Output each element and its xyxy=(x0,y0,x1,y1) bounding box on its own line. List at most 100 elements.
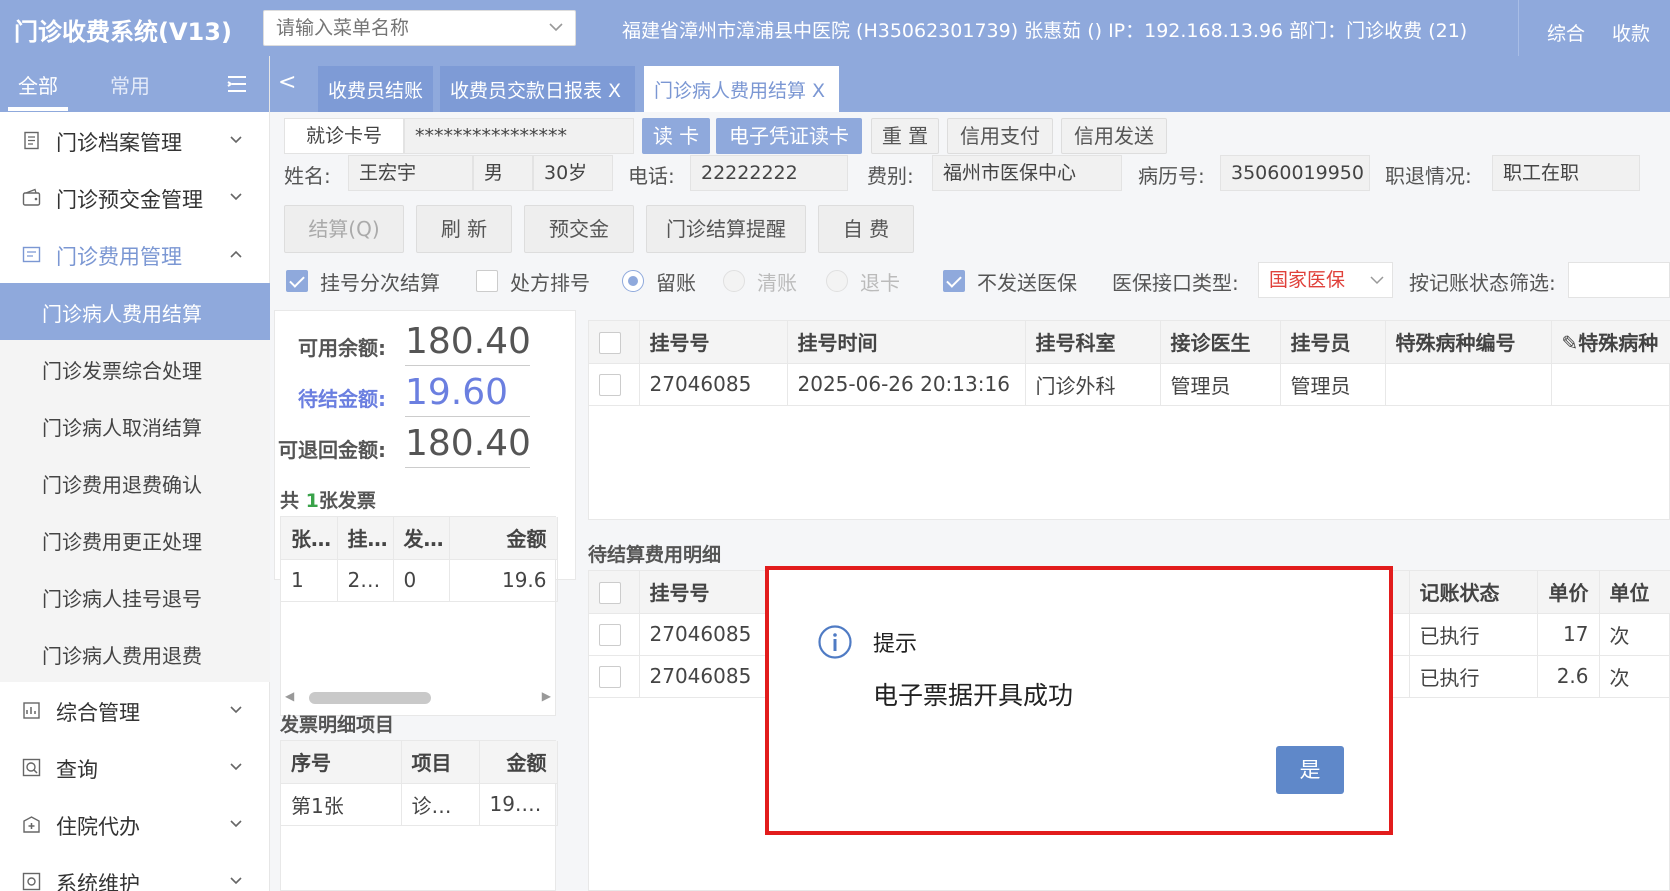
select-all-cell[interactable] xyxy=(589,321,640,364)
chevron-down-icon xyxy=(230,136,242,144)
sidebar-sub-fee-refund[interactable]: 门诊病人费用退费 xyxy=(0,625,270,682)
record-no-label: 病历号: xyxy=(1138,164,1205,188)
sidebar-sub-invoice-processing[interactable]: 门诊发票综合处理 xyxy=(0,340,270,397)
sidebar-item-query[interactable]: 查询 xyxy=(0,739,270,796)
rx-sort-checkbox[interactable] xyxy=(476,270,498,292)
scroll-right-icon[interactable]: ▶ xyxy=(542,689,551,703)
refresh-button[interactable]: 刷 新 xyxy=(416,205,512,253)
close-icon[interactable]: X xyxy=(812,80,825,102)
tab-cashier-checkout[interactable]: 收费员结账 xyxy=(318,66,433,112)
dialog-title: 提示 xyxy=(873,632,918,657)
sidebar-sub-cancel-settlement[interactable]: 门诊病人取消结算 xyxy=(0,397,270,454)
col-header[interactable]: 挂号号 xyxy=(337,517,394,560)
sidebar-item-label: 门诊档案管理 xyxy=(56,131,182,155)
cell: 第1张 xyxy=(281,783,402,826)
reset-button[interactable]: 重 置 xyxy=(871,118,939,154)
table-row[interactable]: 27046085 2025-06-26 20:13:16 门诊外科 管理员 管理… xyxy=(589,363,1670,406)
chevron-down-icon xyxy=(230,193,242,201)
return-card-radio[interactable] xyxy=(826,270,848,292)
menu-search-input[interactable] xyxy=(264,11,534,45)
row-checkbox[interactable] xyxy=(599,624,621,647)
billing-icon xyxy=(22,246,41,263)
settle-button[interactable]: 结算(Q) xyxy=(284,205,404,253)
col-header[interactable]: 单位 xyxy=(1599,571,1670,614)
dialog-ok-button[interactable]: 是 xyxy=(1276,746,1344,794)
row-checkbox[interactable] xyxy=(599,666,621,689)
sidebar-tab-common[interactable]: 常用 xyxy=(110,70,150,99)
interface-type-select[interactable]: 国家医保 xyxy=(1258,262,1393,298)
chevron-down-icon[interactable] xyxy=(547,18,565,36)
col-header[interactable]: 挂号时间 xyxy=(787,321,1026,364)
sidebar-sub-fee-settlement[interactable]: 门诊病人费用结算 xyxy=(0,283,270,340)
col-header[interactable]: 金额 xyxy=(479,741,558,784)
row-select-cell[interactable] xyxy=(589,613,640,656)
col-header[interactable]: 挂号号 xyxy=(639,321,788,364)
sidebar-sub-fee-correction[interactable]: 门诊费用更正处理 xyxy=(0,511,270,568)
invoice-table-panel: 张数 挂号号 发票号 金额 1 27046085 0 19.6 ◀ ▶ xyxy=(280,516,558,716)
col-header[interactable]: 接诊医生 xyxy=(1160,321,1281,364)
close-icon[interactable]: X xyxy=(608,80,621,102)
interface-type-label: 医保接口类型: xyxy=(1112,271,1239,295)
status-filter-input[interactable] xyxy=(1568,262,1670,298)
select-all-checkbox[interactable] xyxy=(599,582,621,604)
settlement-reminder-button[interactable]: 门诊结算提醒 xyxy=(646,205,806,253)
sidebar-item-comprehensive[interactable]: 综合管理 xyxy=(0,682,270,739)
col-header[interactable]: 挂号科室 xyxy=(1025,321,1161,364)
read-card-button[interactable]: 读 卡 xyxy=(642,118,710,154)
cell: 管理员 xyxy=(1160,363,1281,406)
row-select-cell[interactable] xyxy=(589,363,640,406)
scroll-left-icon[interactable]: ◀ xyxy=(285,689,294,703)
phone-label: 电话: xyxy=(628,164,675,188)
clear-account-radio[interactable] xyxy=(723,270,745,292)
select-all-checkbox[interactable] xyxy=(599,332,621,354)
sidebar-item-system-maintenance[interactable]: 系统维护 xyxy=(0,853,270,891)
col-header[interactable]: 金额 xyxy=(449,517,558,560)
sidebar-item-inpatient-agent[interactable]: 住院代办 xyxy=(0,796,270,853)
col-header[interactable]: 项目 xyxy=(401,741,480,784)
col-header[interactable]: 单价 xyxy=(1537,571,1600,614)
select-all-cell[interactable] xyxy=(589,571,640,614)
sidebar-tab-all[interactable]: 全部 xyxy=(8,70,68,111)
col-header[interactable]: 记账状态 xyxy=(1409,571,1538,614)
scroll-thumb[interactable] xyxy=(309,692,431,704)
col-header[interactable]: 张数 xyxy=(281,517,338,560)
horizontal-scrollbar[interactable]: ◀ ▶ xyxy=(285,689,551,705)
credit-send-button[interactable]: 信用发送 xyxy=(1061,118,1167,154)
sidebar-item-prepayment[interactable]: 门诊预交金管理 xyxy=(0,169,270,226)
app-title: 门诊收费系统(V13) xyxy=(14,18,232,46)
sidebar-sub-refund-confirm[interactable]: 门诊费用退费确认 xyxy=(0,454,270,511)
col-header[interactable]: 特殊病种编号 xyxy=(1385,321,1552,364)
sidebar-sub-label: 门诊病人挂号退号 xyxy=(42,587,202,611)
top-link-comprehensive[interactable]: 综合 xyxy=(1547,19,1585,46)
split-settle-checkbox[interactable] xyxy=(286,270,308,292)
col-header[interactable]: 序号 xyxy=(281,741,402,784)
available-balance-label: 可用余额: xyxy=(298,336,386,360)
sidebar-sub-registration-cancel[interactable]: 门诊病人挂号退号 xyxy=(0,568,270,625)
table-row[interactable]: 第1张 诊疗费 19.60 xyxy=(281,783,558,826)
col-header[interactable]: 发票号 xyxy=(393,517,450,560)
top-link-collect[interactable]: 收款 xyxy=(1612,19,1650,46)
chevron-left-icon[interactable]: < xyxy=(278,70,296,95)
keep-account-radio[interactable] xyxy=(622,270,644,292)
tab-fee-settlement[interactable]: 门诊病人费用结算 X xyxy=(644,66,839,112)
sidebar-item-label: 综合管理 xyxy=(56,701,140,725)
edit-icon: ✎ xyxy=(1561,331,1579,356)
menu-collapse-icon[interactable] xyxy=(226,74,248,94)
sidebar-item-outpatient-records[interactable]: 门诊档案管理 xyxy=(0,112,270,169)
sidebar-item-fee-management[interactable]: 门诊费用管理 xyxy=(0,226,270,283)
tab-daily-report[interactable]: 收费员交款日报表 X xyxy=(440,66,635,112)
col-header[interactable]: 挂号员 xyxy=(1280,321,1386,364)
e-voucher-read-button[interactable]: 电子凭证读卡 xyxy=(716,118,862,154)
menu-search-box[interactable] xyxy=(263,10,576,46)
row-select-cell[interactable] xyxy=(589,655,640,698)
table-row[interactable]: 1 27046085 0 19.6 xyxy=(281,559,558,602)
no-send-insurance-checkbox[interactable] xyxy=(943,270,965,292)
credit-pay-button[interactable]: 信用支付 xyxy=(947,118,1053,154)
prepayment-button[interactable]: 预交金 xyxy=(524,205,634,253)
self-pay-button[interactable]: 自 费 xyxy=(818,205,914,253)
cell: 27046085 xyxy=(337,559,394,602)
row-checkbox[interactable] xyxy=(599,374,621,397)
col-header-editable[interactable]: ✎特殊病种 xyxy=(1551,321,1670,364)
card-number-input[interactable]: **************** xyxy=(404,118,634,154)
cell: 已执行 xyxy=(1409,655,1538,698)
